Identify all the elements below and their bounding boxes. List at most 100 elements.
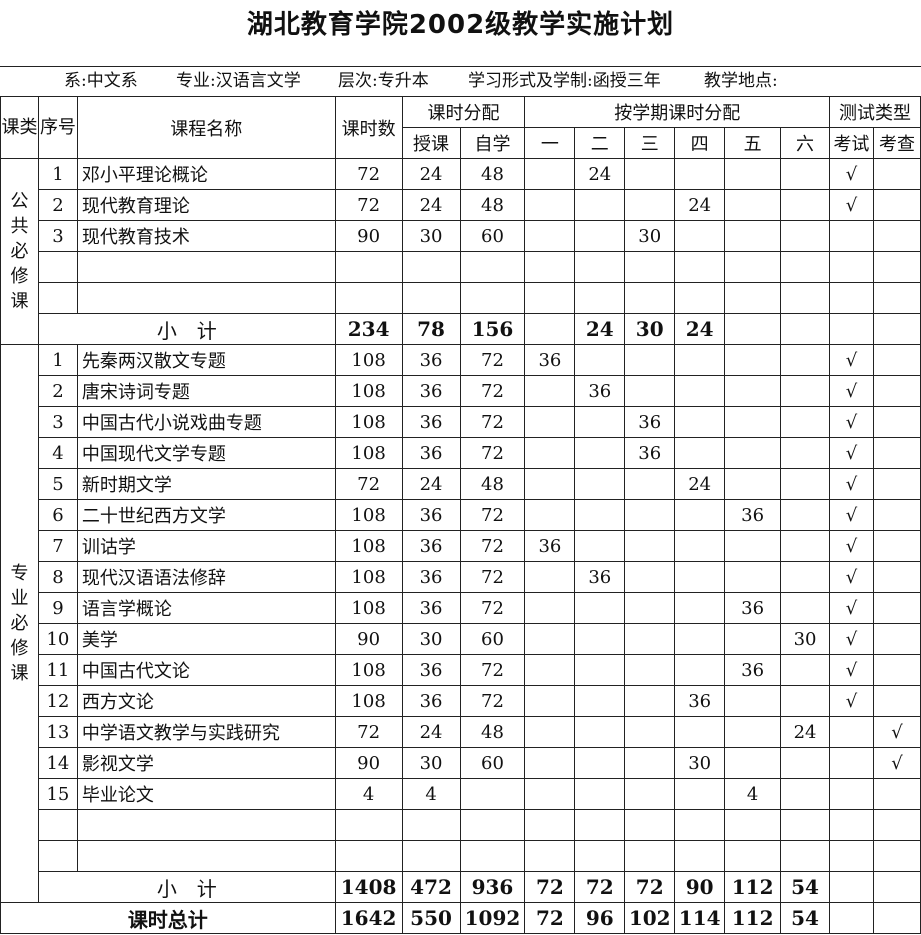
term-cell	[780, 685, 830, 717]
header-term: 三	[624, 127, 676, 159]
term-cell	[624, 654, 676, 686]
term-cell	[674, 406, 726, 438]
lecture-cell: 36	[401, 437, 461, 469]
term-cell	[780, 344, 830, 376]
term-cell	[574, 344, 626, 376]
term-cell	[780, 468, 830, 500]
course-name-cell: 现代汉语语法修辞	[76, 561, 336, 593]
table-row: 12 西方文论 108 36 72 36 √	[1, 685, 921, 717]
term-cell	[724, 685, 782, 717]
lecture-cell: 36	[401, 530, 461, 562]
subtotal-self: 936	[459, 871, 526, 903]
total-exam	[828, 902, 874, 934]
self-study-cell	[459, 809, 526, 841]
term-cell	[524, 809, 576, 841]
term-cell	[524, 840, 576, 872]
check-cell	[872, 437, 921, 469]
self-study-cell: 72	[459, 685, 526, 717]
term-cell	[674, 592, 726, 624]
table-row: 14 影视文学 90 30 60 30 √	[1, 747, 921, 779]
term-cell	[524, 716, 576, 748]
course-name-cell	[76, 809, 336, 841]
term-cell	[780, 747, 830, 779]
header-name: 课程名称	[76, 96, 336, 159]
seq-cell: 11	[37, 654, 78, 686]
term-cell	[574, 220, 626, 252]
term-cell	[624, 158, 676, 190]
term-cell	[624, 251, 676, 283]
check-cell	[872, 251, 921, 283]
term-cell	[724, 220, 782, 252]
lecture-cell	[401, 809, 461, 841]
term-cell	[624, 623, 676, 655]
subtotal-term	[724, 313, 782, 345]
hours-cell: 72	[334, 158, 403, 190]
exam-cell	[828, 809, 874, 841]
term-cell	[724, 251, 782, 283]
major-label: 专业:汉语言文学	[176, 71, 301, 91]
exam-cell: √	[828, 561, 874, 593]
header-test-type: 测试类型	[828, 96, 921, 128]
table-row: 10 美学 90 30 60 30 √	[1, 623, 921, 655]
term-cell	[674, 158, 726, 190]
exam-cell: √	[828, 654, 874, 686]
header-term: 四	[674, 127, 726, 159]
subtotal-hours: 234	[334, 313, 403, 345]
subtotal-exam	[828, 871, 874, 903]
term-cell	[780, 189, 830, 221]
term-cell	[574, 654, 626, 686]
table-row	[1, 809, 921, 841]
seq-cell: 3	[37, 406, 78, 438]
header-row: 课类 序号 课程名称 课时数 课时分配 按学期课时分配 测试类型	[0, 96, 921, 159]
seq-cell	[37, 282, 78, 314]
term-cell	[574, 406, 626, 438]
term-cell	[574, 840, 626, 872]
total-lecture: 550	[401, 902, 461, 934]
subtotal-term: 30	[624, 313, 676, 345]
term-cell	[780, 499, 830, 531]
subtotal-term: 72	[574, 871, 626, 903]
seq-cell: 4	[37, 437, 78, 469]
total-label: 课时总计	[0, 902, 336, 934]
term-cell	[574, 530, 626, 562]
seq-cell	[37, 840, 78, 872]
term-cell	[574, 499, 626, 531]
total-term: 112	[724, 902, 782, 934]
term-cell: 24	[574, 158, 626, 190]
seq-cell: 1	[37, 158, 78, 190]
check-cell	[872, 592, 921, 624]
course-name-cell: 二十世纪西方文学	[76, 499, 336, 531]
term-cell	[524, 220, 576, 252]
term-cell	[624, 499, 676, 531]
term-cell: 30	[624, 220, 676, 252]
header-term: 五	[724, 127, 782, 159]
subtotal-check	[872, 871, 921, 903]
term-cell	[624, 468, 676, 500]
term-cell	[674, 437, 726, 469]
hours-cell	[334, 282, 403, 314]
lecture-cell: 36	[401, 406, 461, 438]
self-study-cell: 48	[459, 716, 526, 748]
table-row: 公共必修课 1 邓小平理论概论 72 24 48 24 √	[0, 158, 921, 345]
term-cell	[780, 561, 830, 593]
course-name-cell: 中国古代文论	[76, 654, 336, 686]
term-cell	[674, 220, 726, 252]
course-name-cell: 新时期文学	[76, 468, 336, 500]
exam-cell: √	[828, 468, 874, 500]
header-hours: 课时数	[334, 96, 403, 159]
course-name-cell: 唐宋诗词专题	[76, 375, 336, 407]
check-cell: √	[872, 716, 921, 748]
term-cell	[524, 747, 576, 779]
self-study-cell: 72	[459, 654, 526, 686]
term-cell	[574, 623, 626, 655]
lecture-cell: 24	[401, 716, 461, 748]
header-lecture: 授课	[401, 127, 461, 159]
term-cell	[724, 344, 782, 376]
course-name-cell: 现代教育理论	[76, 189, 336, 221]
header-term: 一	[524, 127, 576, 159]
table-row: 3 现代教育技术 90 30 60 30	[1, 220, 921, 252]
exam-cell: √	[828, 344, 874, 376]
table-row: 11 中国古代文论 108 36 72 36 √	[1, 654, 921, 686]
check-cell	[872, 530, 921, 562]
term-cell	[574, 809, 626, 841]
